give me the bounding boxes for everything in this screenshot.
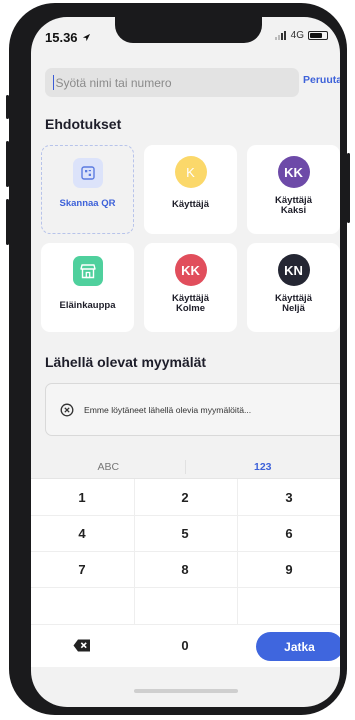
- tab-abc[interactable]: ABC: [31, 457, 186, 477]
- store-card[interactable]: Eläinkauppa: [41, 243, 134, 332]
- contact-name: Käyttäjä Neljä: [275, 293, 312, 314]
- nearby-title: Lähellä olevat myymälät: [45, 354, 207, 370]
- contact-name: Käyttäjä Kolme: [172, 293, 209, 314]
- volume-up-button: [6, 141, 9, 187]
- notch: [115, 17, 262, 43]
- status-indicators: 4G: [274, 30, 328, 41]
- suggestions-title: Ehdotukset: [45, 116, 122, 132]
- continue-button[interactable]: Jatka: [256, 632, 340, 661]
- contact-name: Käyttäjä Kaksi: [275, 195, 312, 216]
- cancel-button[interactable]: Peruuta: [303, 74, 340, 86]
- key-9[interactable]: 9: [238, 551, 340, 588]
- key-4[interactable]: 4: [31, 515, 133, 552]
- contact-card[interactable]: KK Käyttäjä Kolme: [144, 243, 237, 332]
- backspace-key[interactable]: [31, 627, 133, 664]
- avatar: K: [174, 156, 207, 188]
- avatar: KK: [277, 156, 310, 188]
- store-icon: [72, 256, 103, 286]
- key-6[interactable]: 6: [238, 515, 340, 552]
- text-cursor: [53, 75, 55, 90]
- network-label: 4G: [290, 30, 304, 41]
- battery-icon: [308, 31, 328, 40]
- key-3[interactable]: 3: [238, 479, 340, 516]
- phone-frame: 15.36 4G Peruuta Ehdotukset: [6, 3, 350, 715]
- mute-switch: [6, 95, 9, 119]
- home-indicator: [134, 689, 238, 693]
- contact-card[interactable]: K Käyttäjä: [144, 145, 237, 234]
- tab-123[interactable]: 123: [186, 457, 341, 477]
- contact-name: Käyttäjä: [172, 199, 209, 210]
- close-circle-icon: [60, 403, 74, 416]
- tab-divider: [185, 460, 186, 474]
- qr-scan-icon: [72, 158, 103, 188]
- key-5[interactable]: 5: [134, 515, 236, 552]
- volume-down-button: [6, 199, 9, 245]
- signal-icon: [274, 31, 286, 40]
- numeric-keypad: 1 2 3 4 5 6 7 8 9 0 Jatka: [31, 478, 340, 667]
- search-field[interactable]: [45, 68, 299, 97]
- key-2[interactable]: 2: [134, 479, 236, 516]
- status-time: 15.36: [45, 30, 91, 45]
- store-name: Eläinkauppa: [59, 300, 116, 311]
- key-1[interactable]: 1: [31, 479, 133, 516]
- contact-card[interactable]: KK Käyttäjä Kaksi: [247, 145, 340, 234]
- no-stores-message: Emme löytäneet lähellä olevia myymälöitä…: [84, 404, 252, 415]
- contact-card[interactable]: KN Käyttäjä Neljä: [247, 243, 340, 332]
- avatar: KK: [174, 254, 207, 286]
- power-button: [347, 153, 350, 223]
- search-input[interactable]: [55, 75, 299, 90]
- storefront-glyph-icon: [79, 263, 96, 278]
- location-arrow-icon: [83, 33, 91, 42]
- keyboard-mode-tabs: ABC 123: [31, 457, 340, 477]
- qr-glyph-icon: [80, 166, 95, 180]
- no-stores-notice: Emme löytäneet lähellä olevia myymälöitä…: [45, 383, 340, 436]
- key-7[interactable]: 7: [31, 551, 133, 588]
- backspace-icon: [73, 639, 90, 652]
- time-text: 15.36: [45, 30, 78, 45]
- scan-qr-card[interactable]: Skannaa QR: [41, 145, 134, 234]
- key-8[interactable]: 8: [134, 551, 236, 588]
- keypad-divider: [31, 624, 340, 625]
- avatar: KN: [277, 254, 310, 286]
- scan-qr-label: Skannaa QR: [59, 198, 116, 209]
- app-screen: 15.36 4G Peruuta Ehdotukset: [31, 17, 340, 707]
- key-0[interactable]: 0: [134, 627, 236, 664]
